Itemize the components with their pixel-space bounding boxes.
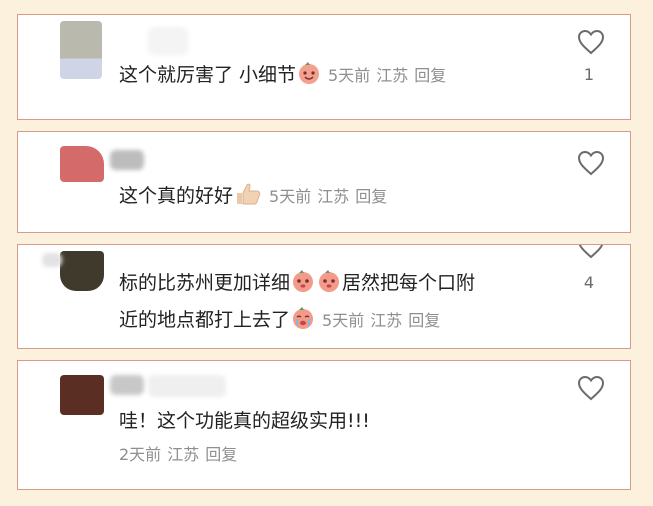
- comment-body: 哇！这个功能真的超级实用!!!: [119, 410, 370, 432]
- reply-button[interactable]: 回复: [414, 66, 446, 85]
- comment-time: 5天前: [269, 187, 312, 206]
- avatar[interactable]: [60, 21, 102, 79]
- username-redacted[interactable]: [148, 375, 226, 397]
- comment-body: 这个真的好好: [119, 185, 234, 207]
- comment-body-line2: 近的地点都打上去了: [119, 309, 291, 331]
- username-redacted[interactable]: [42, 253, 62, 267]
- comment-card: 这个真的好好 5天前 江苏 回复: [17, 131, 631, 233]
- comment-text: 这个就厉害了 小细节 5天前 江苏 回复: [119, 59, 550, 96]
- heart-outline-icon[interactable]: [577, 244, 605, 259]
- username-redacted[interactable]: [110, 375, 144, 395]
- comment-text: 哇！这个功能真的超级实用!!! 2天前 江苏 回复: [119, 405, 550, 471]
- avatar[interactable]: [60, 375, 104, 415]
- comment-text: 标的比苏州更加详细 居然把每个口附 近的地点都打上去了 5天前 江苏 回复: [119, 267, 550, 341]
- comment-meta: 5天前 江苏 回复: [322, 311, 440, 330]
- comment-card: 哇！这个功能真的超级实用!!! 2天前 江苏 回复: [17, 360, 631, 490]
- comment-card: 标的比苏州更加详细 居然把每个口附 近的地点都打上去了 5天前 江苏 回复 4: [17, 244, 631, 349]
- comment-card: 这个就厉害了 小细节 5天前 江苏 回复 1: [17, 14, 631, 120]
- reply-button[interactable]: 回复: [355, 187, 387, 206]
- comment-meta: 2天前 江苏 回复: [119, 438, 550, 471]
- thumbs-up-emoji: [234, 182, 262, 217]
- username-redacted[interactable]: [110, 150, 144, 170]
- comment-text: 这个真的好好 5天前 江苏 回复: [119, 180, 550, 217]
- reply-button[interactable]: 回复: [408, 311, 440, 330]
- comment-body: 标的比苏州更加详细: [119, 272, 291, 294]
- like-count: 4: [583, 273, 595, 292]
- comment-location: 江苏: [370, 311, 403, 330]
- smiling-peach-emoji: [297, 61, 321, 96]
- username-redacted[interactable]: [148, 27, 188, 55]
- comment-time: 5天前: [328, 66, 371, 85]
- comment-body-continued: 居然把每个口附: [342, 272, 476, 294]
- blushing-peach-emoji: [291, 269, 315, 304]
- avatar[interactable]: [60, 251, 104, 291]
- comment-location: 江苏: [376, 66, 409, 85]
- like-count: 1: [583, 65, 595, 84]
- comment-location: 江苏: [167, 445, 200, 464]
- crying-peach-emoji: [291, 306, 315, 341]
- comment-line: 标的比苏州更加详细 居然把每个口附: [119, 267, 550, 304]
- avatar[interactable]: [60, 146, 104, 182]
- comment-meta: 5天前 江苏 回复: [328, 66, 446, 85]
- comment-line: 近的地点都打上去了 5天前 江苏 回复: [119, 304, 550, 341]
- comment-time: 5天前: [322, 311, 365, 330]
- reply-button[interactable]: 回复: [205, 445, 237, 464]
- heart-outline-icon[interactable]: [577, 375, 605, 401]
- comment-body: 这个就厉害了 小细节: [119, 64, 297, 86]
- comment-meta: 5天前 江苏 回复: [269, 187, 387, 206]
- comment-location: 江苏: [317, 187, 350, 206]
- comment-time: 2天前: [119, 445, 162, 464]
- heart-outline-icon[interactable]: [577, 29, 605, 55]
- heart-outline-icon[interactable]: [577, 150, 605, 176]
- blushing-peach-emoji: [317, 269, 341, 304]
